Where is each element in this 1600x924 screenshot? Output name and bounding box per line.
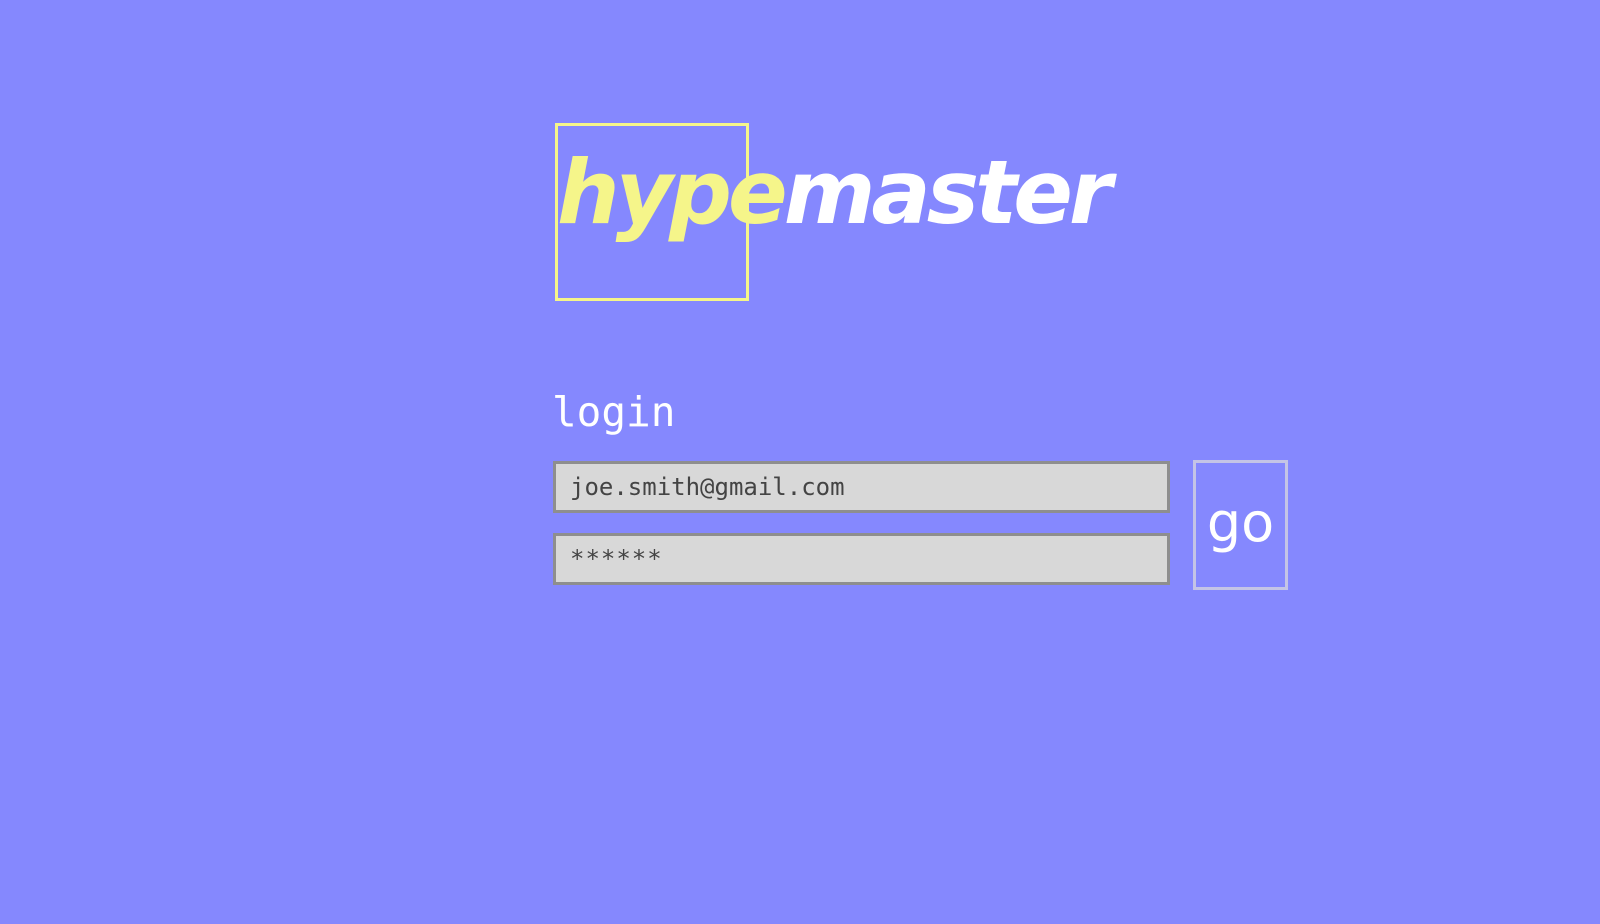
logo-wordmark: hypemaster (557, 149, 1112, 237)
password-field[interactable]: ****** (553, 533, 1170, 585)
go-button[interactable]: go (1193, 460, 1288, 590)
login-heading: login (552, 388, 676, 436)
logo-text-hype: hype (557, 141, 788, 244)
logo-text-master: master (783, 141, 1113, 244)
email-field[interactable]: joe.smith@gmail.com (553, 461, 1170, 513)
hypemaster-logo: hypemaster (555, 123, 1112, 301)
login-page: { "theme": { "background": "#8588fe", "a… (0, 0, 1600, 924)
